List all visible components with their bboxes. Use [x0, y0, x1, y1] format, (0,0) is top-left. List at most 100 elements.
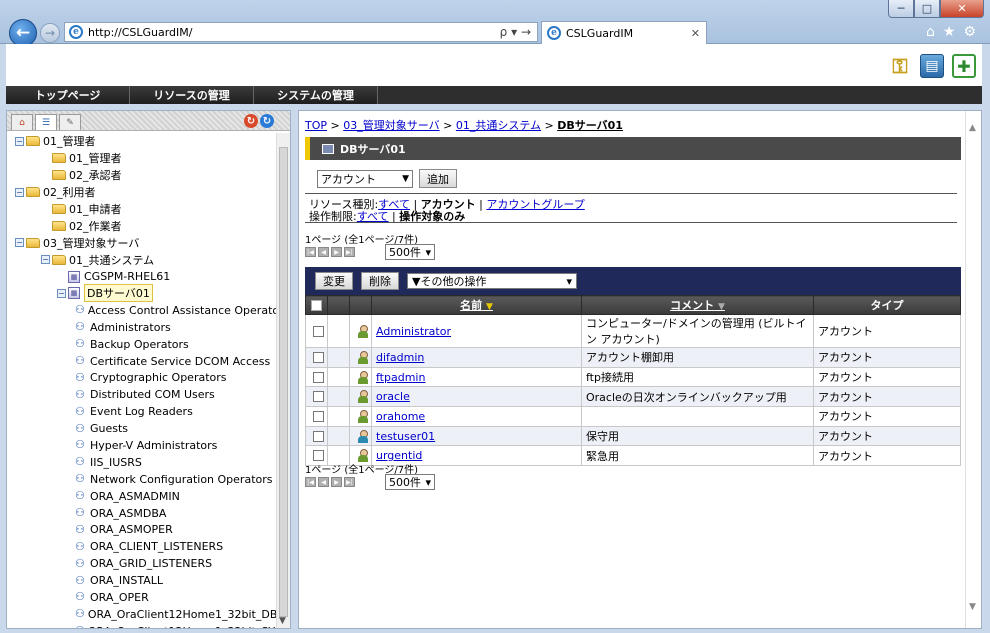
tree-node-label[interactable]: 01_共通システム [69, 252, 154, 268]
address-bar[interactable]: e http://CSLGuardIM/ ρ ▾ → [64, 22, 538, 42]
tree-node-label[interactable]: Backup Operators [90, 338, 189, 351]
tree-node[interactable]: ⚇ Event Log Readers [7, 403, 276, 420]
tree-node[interactable]: ⚇ ORA_ASMADMIN [7, 488, 276, 505]
tree-node[interactable]: − 03_管理対象サーバ [7, 234, 276, 251]
tree-node-label[interactable]: Network Configuration Operators [90, 473, 273, 486]
tree-node[interactable]: ⚇ORA_OraClient12Home1_32bit_SYSOPER [7, 623, 276, 628]
tree-node-label[interactable]: ORA_OraClient12Home1_32bit_SYSOPER [88, 625, 276, 628]
tree-node[interactable]: ⚇ Guests [7, 420, 276, 437]
tree-node-label[interactable]: 01_申請者 [69, 201, 122, 217]
browser-tab[interactable]: e CSLGuardIM ✕ [541, 21, 707, 44]
resource-type-select[interactable]: アカウント ▼ [317, 169, 413, 188]
other-actions-select[interactable]: ▼その他の操作 ▾ [407, 273, 577, 289]
key-icon[interactable]: ⚿ [888, 54, 912, 78]
breadcrumb-level1[interactable]: 03_管理対象サーバ [343, 119, 439, 132]
tree-node-label[interactable]: Administrators [90, 321, 171, 334]
row-select-cell[interactable] [305, 386, 328, 408]
pager-first-icon[interactable]: |◀ [305, 247, 316, 257]
breadcrumb-top[interactable]: TOP [305, 119, 327, 132]
help-first-aid-icon[interactable]: ✚ [952, 54, 976, 78]
pager-last-icon[interactable]: ▶| [344, 477, 355, 487]
tree-collapse-icon[interactable]: − [57, 288, 66, 298]
close-window-button[interactable]: ✕ [940, 0, 984, 18]
tree-node[interactable]: ⚇ Certificate Service DCOM Access [7, 353, 276, 370]
row-select-cell[interactable] [305, 425, 328, 447]
select-all-checkbox[interactable] [311, 299, 322, 311]
tree-node[interactable]: ⚇ ORA_ASMOPER [7, 521, 276, 538]
add-button[interactable]: 追加 [419, 169, 457, 188]
row-checkbox[interactable] [313, 371, 324, 383]
menu-system-management[interactable]: システムの管理 [254, 86, 378, 104]
tree-node[interactable]: − ▦ DBサーバ01 [7, 284, 276, 303]
tree-node-label[interactable]: Event Log Readers [90, 405, 193, 418]
table-row[interactable]: Administrator コンピューター/ドメインの管理用 (ビルトイン アカウ… [305, 314, 961, 348]
name-column-header[interactable]: 名前 ▼ [371, 295, 582, 315]
back-button[interactable]: ← [9, 19, 37, 47]
table-row[interactable]: ftpadmin ftp接続用 アカウント [305, 366, 961, 388]
tree-node-label[interactable]: 02_承認者 [69, 167, 122, 183]
tree-node-label[interactable]: Distributed COM Users [90, 388, 215, 401]
tree-node[interactable]: ⚇ Administrators [7, 319, 276, 336]
change-button[interactable]: 変更 [315, 272, 353, 290]
tree-node[interactable]: ⚇ ORA_OPER [7, 589, 276, 606]
row-select-cell[interactable] [305, 347, 328, 368]
tree-node-label[interactable]: ORA_INSTALL [90, 574, 163, 587]
tree-tab-wrench-icon[interactable]: ✎ [59, 114, 81, 130]
tree-tab-home-icon[interactable]: ⌂ [11, 114, 33, 130]
tree-node-label[interactable]: Cryptographic Operators [90, 371, 227, 384]
tree-node[interactable]: ⚇ Cryptographic Operators [7, 369, 276, 386]
tree-scroll-thumb[interactable] [279, 147, 288, 617]
table-row[interactable]: oracle Oracleの日次オンラインバックアップ用 アカウント [305, 386, 961, 408]
tree-tab-resource-icon[interactable]: ☰ [35, 114, 57, 130]
row-checkbox[interactable] [313, 450, 324, 462]
row-checkbox[interactable] [313, 430, 324, 442]
tree-node-label[interactable]: Hyper-V Administrators [90, 439, 217, 452]
pager-prev-icon[interactable]: ◀ [318, 247, 329, 257]
table-row[interactable]: testuser01 保守用 アカウント [305, 425, 961, 447]
filter-type-group[interactable]: アカウントグループ [486, 198, 584, 211]
select-all-header[interactable] [305, 295, 328, 315]
favorites-star-icon[interactable]: ★ [943, 24, 956, 40]
tree-node[interactable]: 01_管理者 [7, 150, 276, 167]
menu-top-page[interactable]: トップページ [6, 86, 130, 104]
tree-node[interactable]: 02_承認者 [7, 167, 276, 184]
tree-node-label[interactable]: ORA_ASMOPER [90, 523, 173, 536]
account-name-link[interactable]: testuser01 [376, 430, 435, 443]
pager-prev-icon[interactable]: ◀ [318, 477, 329, 487]
tree-node[interactable]: ⚇ ORA_INSTALL [7, 572, 276, 589]
tree-node-label[interactable]: 01_管理者 [69, 150, 122, 166]
row-checkbox[interactable] [313, 410, 324, 422]
tree-node-label[interactable]: ORA_OPER [90, 591, 149, 604]
content-scrollbar[interactable]: ▲ ▼ [965, 111, 981, 628]
settings-gear-icon[interactable]: ⚙ [963, 24, 976, 40]
tree-node-label[interactable]: ORA_OraClient12Home1_32bit_DBA [88, 608, 276, 621]
tree-node-label[interactable]: ORA_GRID_LISTENERS [90, 557, 212, 570]
row-select-cell[interactable] [305, 314, 328, 348]
row-checkbox[interactable] [313, 325, 324, 337]
home-icon[interactable]: ⌂ [926, 24, 935, 40]
manual-book-icon[interactable]: ▤ [920, 54, 944, 78]
table-row[interactable]: orahome アカウント [305, 406, 961, 427]
comment-column-header[interactable]: コメント ▼ [581, 295, 814, 315]
tree-node[interactable]: ⚇ ORA_GRID_LISTENERS [7, 555, 276, 572]
row-select-cell[interactable] [305, 406, 328, 427]
scroll-up-arrow-icon[interactable]: ▲ [969, 123, 976, 133]
tree-node-label[interactable]: CGSPM-RHEL61 [84, 270, 170, 283]
forward-button[interactable]: → [40, 23, 60, 43]
tree-node[interactable]: ⚇ Access Control Assistance Operators [7, 302, 276, 319]
tree-node[interactable]: ⚇ ORA_CLIENT_LISTENERS [7, 538, 276, 555]
tree-node[interactable]: − 01_共通システム [7, 251, 276, 268]
tree-node-label[interactable]: IIS_IUSRS [90, 456, 142, 469]
tree-node[interactable]: 01_申請者 [7, 201, 276, 218]
address-url[interactable]: http://CSLGuardIM/ [88, 26, 192, 39]
tree-node-label[interactable]: DBサーバ01 [84, 284, 153, 303]
account-name-link[interactable]: ftpadmin [376, 371, 425, 384]
row-checkbox[interactable] [313, 351, 324, 363]
breadcrumb-level2[interactable]: 01_共通システム [456, 119, 541, 132]
tree-node-label[interactable]: Access Control Assistance Operators [88, 304, 276, 317]
delete-button[interactable]: 削除 [361, 272, 399, 290]
account-name-link[interactable]: oracle [376, 390, 410, 403]
refresh-blue-icon[interactable]: ↻ [260, 114, 274, 128]
tree-collapse-icon[interactable]: − [15, 136, 24, 146]
menu-resource-management[interactable]: リソースの管理 [130, 86, 254, 104]
